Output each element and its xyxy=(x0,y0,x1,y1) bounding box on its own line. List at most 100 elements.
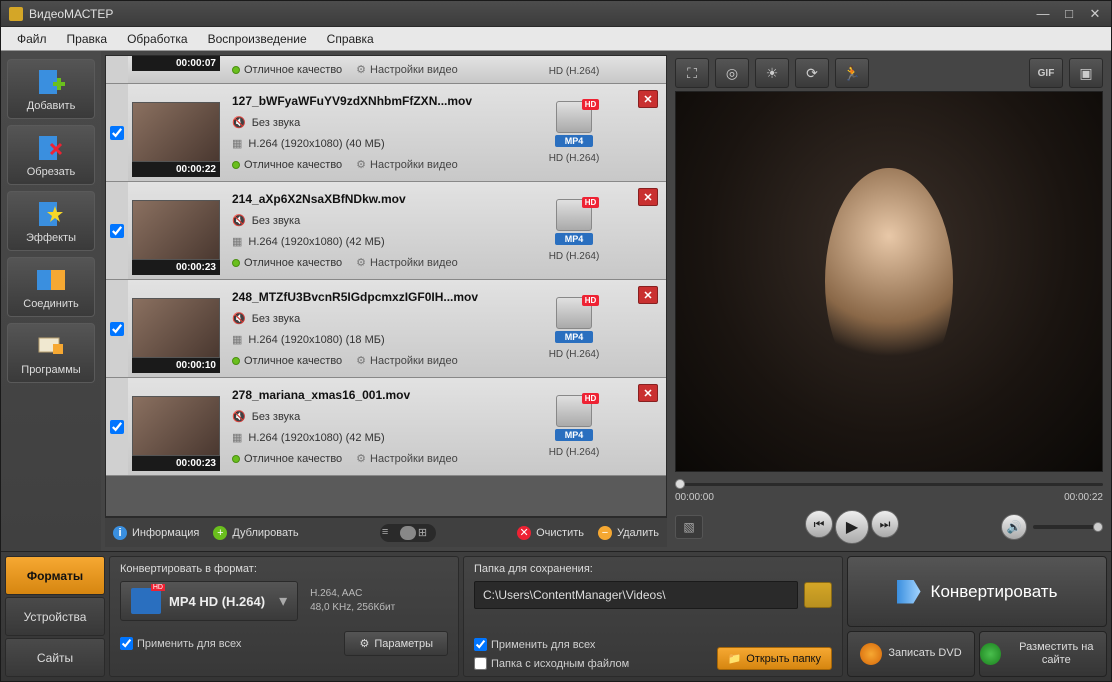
video-settings[interactable]: ⚙Настройки видео xyxy=(356,354,458,367)
apply-all-checkbox[interactable]: Применить для всех xyxy=(120,637,241,650)
video-settings[interactable]: ⚙Настройки видео xyxy=(356,452,458,465)
add-button[interactable]: Добавить xyxy=(7,59,95,119)
thumbnail[interactable] xyxy=(132,298,220,358)
preview[interactable] xyxy=(675,91,1103,472)
filename: 214_aXp6X2NsaXBfNDkw.mov xyxy=(232,192,506,206)
menu-help[interactable]: Справка xyxy=(319,29,382,49)
left-sidebar: Добавить Обрезать Эффекты Соединить Прог… xyxy=(1,51,101,551)
time-total: 00:00:22 xyxy=(1064,492,1103,503)
brightness-button[interactable]: ☀ xyxy=(755,58,789,88)
join-button[interactable]: Соединить xyxy=(7,257,95,317)
format-badge[interactable]: HD MP4 xyxy=(555,395,594,441)
gif-button[interactable]: GIF xyxy=(1029,58,1063,88)
remove-button[interactable]: ✕ xyxy=(638,90,658,108)
maximize-button[interactable]: □ xyxy=(1061,6,1077,22)
view-switch[interactable]: ≡ ⊞ xyxy=(380,524,436,542)
file-row[interactable]: 00:00:07 Отличное качество ⚙Настройки ви… xyxy=(106,56,666,84)
duration: 00:00:22 xyxy=(132,162,220,177)
view-list-icon[interactable]: ≡ xyxy=(382,526,398,540)
programs-label: Программы xyxy=(21,364,80,376)
tab-formats[interactable]: Форматы xyxy=(5,556,105,595)
convert-panel: Конвертировать в формат: HD MP4 HD (H.26… xyxy=(109,556,459,677)
speed-button[interactable]: 🏃 xyxy=(835,58,869,88)
gear-icon: ⚙ xyxy=(356,256,366,269)
source-folder-checkbox[interactable]: Папка с исходным файлом xyxy=(474,657,629,670)
format-badge[interactable]: HD MP4 xyxy=(555,101,594,147)
gear-icon: ⚙ xyxy=(356,158,366,171)
menu-edit[interactable]: Правка xyxy=(59,29,116,49)
publish-button[interactable]: Разместить на сайте xyxy=(979,631,1107,677)
volume-handle[interactable] xyxy=(1093,522,1103,532)
open-folder-button[interactable]: 📁Открыть папку xyxy=(717,647,832,670)
duplicate-button[interactable]: +Дублировать xyxy=(213,526,298,540)
audio-icon: 🔇 xyxy=(232,312,246,325)
file-list[interactable]: 00:00:07 Отличное качество ⚙Настройки ви… xyxy=(105,55,667,517)
cut-button[interactable]: Обрезать xyxy=(7,125,95,185)
programs-button[interactable]: Программы xyxy=(7,323,95,383)
file-row[interactable]: 00:00:23 278_mariana_xmas16_001.mov 🔇Без… xyxy=(106,378,666,476)
thumb-col: 00:00:23 xyxy=(128,182,224,279)
format-badge[interactable]: HD MP4 xyxy=(555,199,594,245)
close-button[interactable]: ✕ xyxy=(1087,6,1103,22)
remove-button[interactable]: ✕ xyxy=(638,384,658,402)
app-icon xyxy=(9,7,23,21)
tab-sites[interactable]: Сайты xyxy=(5,638,105,677)
thumbnail[interactable] xyxy=(132,396,220,456)
snapshot-button[interactable]: ▧ xyxy=(675,515,703,539)
view-toggle-icon[interactable] xyxy=(400,526,416,540)
volume-slider[interactable] xyxy=(1033,525,1103,529)
params-button[interactable]: ⚙Параметры xyxy=(344,631,448,656)
minimize-button[interactable]: — xyxy=(1035,6,1051,22)
crop-button[interactable]: ⛶ xyxy=(675,58,709,88)
burn-dvd-button[interactable]: Записать DVD xyxy=(847,631,975,677)
row-checkbox[interactable] xyxy=(110,420,124,434)
next-button[interactable]: ⏭ xyxy=(871,510,899,538)
checkbox-col xyxy=(106,56,128,83)
convert-button[interactable]: Конвертировать xyxy=(847,556,1107,627)
file-row[interactable]: 00:00:23 214_aXp6X2NsaXBfNDkw.mov 🔇Без з… xyxy=(106,182,666,280)
video-settings[interactable]: ⚙Настройки видео xyxy=(356,158,458,171)
format-tabs: Форматы Устройства Сайты xyxy=(5,556,105,677)
row-checkbox[interactable] xyxy=(110,126,124,140)
seek-bar[interactable] xyxy=(675,478,1103,490)
apply-all-save-checkbox[interactable]: Применить для всех xyxy=(474,638,629,651)
menu-playback[interactable]: Воспроизведение xyxy=(200,29,315,49)
video-info: ▦H.264 (1920x1080) (42 МБ) xyxy=(232,431,506,444)
file-row[interactable]: 00:00:10 248_MTZfU3BvcnR5IGdpcmxzIGF0IH.… xyxy=(106,280,666,378)
row-checkbox[interactable] xyxy=(110,224,124,238)
browse-button[interactable] xyxy=(804,582,832,608)
codec: HD (H.264) xyxy=(549,153,600,164)
format-badge[interactable]: HD MP4 xyxy=(555,297,594,343)
seek-handle[interactable] xyxy=(675,479,685,489)
clear-button[interactable]: ✕Очистить xyxy=(517,526,584,540)
effects-button[interactable]: Эффекты xyxy=(7,191,95,251)
fullscreen-button[interactable]: ▣ xyxy=(1069,58,1103,88)
remove-button[interactable]: ✕ xyxy=(638,188,658,206)
video-info: ▦H.264 (1920x1080) (42 МБ) xyxy=(232,235,506,248)
time-current: 00:00:00 xyxy=(675,492,714,503)
format-selector[interactable]: HD MP4 HD (H.264) ▾ xyxy=(120,581,298,621)
quality: Отличное качество xyxy=(232,159,342,171)
delete-button[interactable]: −Удалить xyxy=(598,526,659,540)
thumbnail[interactable] xyxy=(132,200,220,260)
mute-button[interactable]: 🔊 xyxy=(1001,514,1027,540)
play-button[interactable]: ▶ xyxy=(835,510,869,544)
format-label: MP4 xyxy=(555,233,594,245)
prev-button[interactable]: ⏮ xyxy=(805,510,833,538)
programs-icon xyxy=(33,330,69,362)
rotate-button[interactable]: ⟳ xyxy=(795,58,829,88)
view-grid-icon[interactable]: ⊞ xyxy=(418,526,434,540)
info-button[interactable]: iИнформация xyxy=(113,526,199,540)
video-settings[interactable]: ⚙Настройки видео xyxy=(356,63,458,76)
remove-button[interactable]: ✕ xyxy=(638,286,658,304)
info-col: 278_mariana_xmas16_001.mov 🔇Без звука ▦H… xyxy=(224,378,514,475)
menu-process[interactable]: Обработка xyxy=(119,29,196,49)
thumbnail[interactable] xyxy=(132,102,220,162)
tab-devices[interactable]: Устройства xyxy=(5,597,105,636)
enhance-button[interactable]: ◎ xyxy=(715,58,749,88)
save-path-input[interactable] xyxy=(474,581,798,609)
menu-file[interactable]: Файл xyxy=(9,29,55,49)
file-row[interactable]: 00:00:22 127_bWFyaWFuYV9zdXNhbmFfZXN...m… xyxy=(106,84,666,182)
video-settings[interactable]: ⚙Настройки видео xyxy=(356,256,458,269)
row-checkbox[interactable] xyxy=(110,322,124,336)
